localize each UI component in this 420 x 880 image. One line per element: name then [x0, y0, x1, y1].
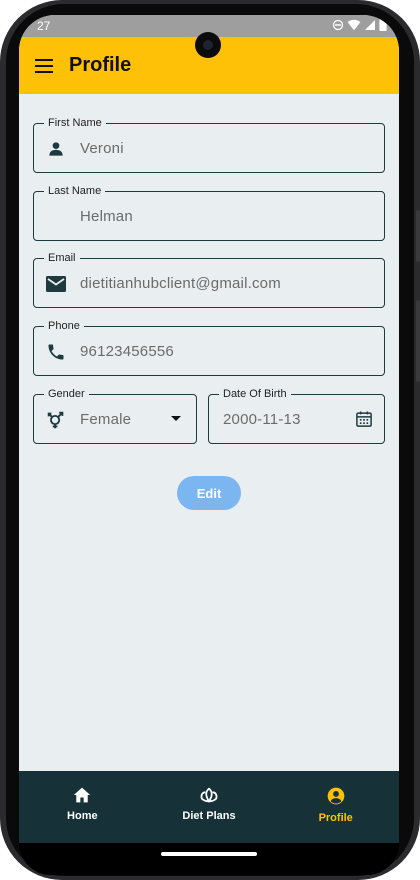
last-name-field[interactable]: Last Name Helman [33, 184, 385, 241]
gender-select[interactable]: Gender Female [33, 387, 197, 444]
gender-icon [44, 408, 68, 432]
menu-button[interactable] [19, 37, 69, 94]
person-icon [44, 137, 68, 161]
phone-label: Phone [44, 319, 84, 333]
nav-item-profile[interactable]: Profile [272, 771, 399, 843]
page-title: Profile [69, 54, 132, 76]
power-button [416, 300, 420, 382]
date-of-birth-value: 2000-11-13 [223, 411, 301, 428]
signal-icon [365, 19, 375, 30]
front-camera [195, 32, 221, 58]
screen: 27 Profile First Name Veroni Last Name H… [19, 15, 399, 843]
nav-item-diet-plans[interactable]: Diet Plans [146, 771, 273, 843]
home-indicator[interactable] [161, 852, 257, 856]
dropdown-arrow-icon [171, 416, 181, 421]
nav-item-home[interactable]: Home [19, 771, 146, 843]
home-icon [74, 787, 91, 803]
battery-icon [379, 18, 387, 31]
gender-value: Female [80, 411, 132, 428]
date-of-birth-field[interactable]: Date Of Birth 2000-11-13 [208, 387, 385, 444]
account-circle-icon [327, 787, 345, 805]
nav-label-profile: Profile [318, 812, 353, 824]
phone-chin [19, 843, 399, 875]
calendar-icon[interactable] [354, 409, 374, 429]
first-name-value: Veroni [80, 140, 124, 157]
last-name-label: Last Name [44, 184, 106, 198]
email-label: Email [44, 251, 80, 265]
bottom-navigation: Home Diet Plans Profile [19, 771, 399, 843]
gender-label: Gender [44, 387, 89, 401]
wifi-icon [347, 19, 361, 30]
edit-button[interactable]: Edit [177, 476, 241, 510]
first-name-label: First Name [44, 116, 106, 130]
email-value: dietitianhubclient@gmail.com [80, 275, 281, 292]
hamburger-menu-icon [35, 58, 53, 73]
first-name-field[interactable]: First Name Veroni [33, 116, 385, 173]
nav-label-diet-plans: Diet Plans [182, 810, 236, 822]
lotus-icon [200, 787, 218, 803]
email-field[interactable]: Email dietitianhubclient@gmail.com [33, 251, 385, 308]
phone-icon [44, 340, 68, 364]
phone-field[interactable]: Phone 96123456556 [33, 319, 385, 376]
volume-button [416, 210, 420, 262]
last-name-value: Helman [80, 208, 133, 225]
phone-value: 96123456556 [80, 343, 174, 360]
mail-icon [44, 272, 68, 296]
date-of-birth-label: Date Of Birth [219, 387, 291, 401]
status-icons [332, 18, 387, 31]
do-not-disturb-icon [332, 19, 344, 30]
status-time: 27 [37, 19, 51, 33]
nav-label-home: Home [67, 810, 98, 822]
